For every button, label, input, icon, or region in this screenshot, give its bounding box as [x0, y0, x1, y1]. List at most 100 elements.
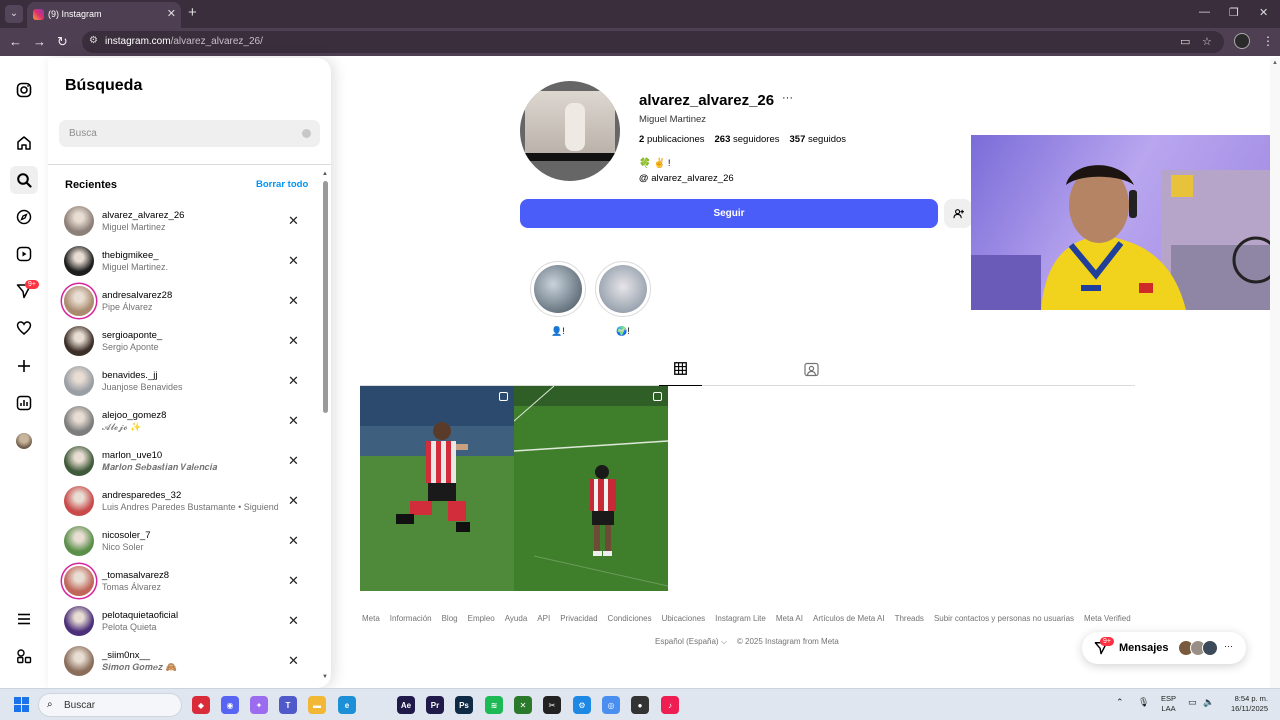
suggested-users-button[interactable] — [944, 199, 972, 228]
profile-avatar-icon[interactable] — [16, 433, 32, 449]
recent-search-item[interactable]: andresalvarez28 Pipe Álvarez ✕ — [48, 281, 320, 321]
taskbar-app-teams-icon[interactable]: T — [279, 696, 297, 714]
tab-tagged[interactable] — [804, 362, 819, 382]
taskbar-app-app-dark-icon[interactable]: ● — [631, 696, 649, 714]
footer-link[interactable]: Meta — [362, 614, 380, 623]
remove-recent-icon[interactable]: ✕ — [288, 333, 299, 349]
recent-search-item[interactable]: alejoo_gomez8 𝓐𝓵𝓮𝓳𝓸 ✨ ✕ — [48, 401, 320, 441]
footer-link[interactable]: Artículos de Meta AI — [813, 614, 885, 623]
taskbar-app-explorer-icon[interactable]: ▬ — [308, 696, 326, 714]
page-scroll-up-icon[interactable]: ▲ — [1272, 60, 1278, 66]
taskbar-app-copilot-icon[interactable]: ✦ — [250, 696, 268, 714]
remove-recent-icon[interactable]: ✕ — [288, 373, 299, 389]
remove-recent-icon[interactable]: ✕ — [288, 533, 299, 549]
taskbar-search[interactable]: ⌕ Buscar — [38, 693, 182, 717]
search-input[interactable] — [59, 120, 320, 147]
minimize-button[interactable]: — — [1199, 6, 1210, 18]
recent-search-item[interactable]: sergioaponte_ Sergio Aponte ✕ — [48, 321, 320, 361]
recent-search-item[interactable]: marlon_uve10 𝑴𝒂𝒓𝒍𝒐𝒏 𝑺𝒆𝒃𝒂𝒔𝒕𝒊𝒂𝒏 𝑽𝒂𝒍𝒆𝒏𝒄𝒊𝒂 ✕ — [48, 441, 320, 481]
remove-recent-icon[interactable]: ✕ — [288, 253, 299, 269]
taskbar-app-tiktok-icon[interactable]: ♪ — [661, 696, 679, 714]
recent-search-item[interactable]: nicosoler_7 Nico Soler ✕ — [48, 521, 320, 561]
restore-button[interactable]: ❐ — [1229, 6, 1239, 19]
story-highlight[interactable]: 👤! — [530, 261, 586, 337]
remove-recent-icon[interactable]: ✕ — [288, 613, 299, 629]
taskbar-app-app-red-icon[interactable]: ◆ — [192, 696, 210, 714]
volume-icon[interactable]: 🔈 — [1203, 697, 1214, 708]
scroll-up-icon[interactable]: ▲ — [322, 171, 328, 177]
following-stat[interactable]: 357 seguidos — [790, 134, 847, 145]
recent-search-item[interactable]: andresparedes_32 Luis Andres Paredes Bust… — [48, 481, 320, 521]
remove-recent-icon[interactable]: ✕ — [288, 213, 299, 229]
remove-recent-icon[interactable]: ✕ — [288, 453, 299, 469]
recent-search-item[interactable]: _siim0nx__ 𝑺𝒊𝒎𝒐𝒏 𝑮𝒐𝒎𝒆𝒛 🙈 ✕ — [48, 641, 320, 681]
microphone-icon[interactable]: 🎙 — [1138, 697, 1149, 708]
remove-recent-icon[interactable]: ✕ — [288, 653, 299, 669]
remove-recent-icon[interactable]: ✕ — [288, 413, 299, 429]
clear-search-icon[interactable] — [302, 129, 311, 138]
footer-link[interactable]: Instagram Lite — [715, 614, 766, 623]
taskbar-clock[interactable]: 8:54 p. m. 16/11/2025 — [1222, 694, 1268, 714]
network-icon[interactable]: ▭ — [1188, 697, 1197, 708]
clear-all-button[interactable]: Borrar todo — [256, 179, 308, 190]
address-bar[interactable]: ⚙ instagram.com/alvarez_alvarez_26/ ▭ ☆ — [82, 31, 1224, 53]
follow-button[interactable]: Seguir — [520, 199, 938, 228]
recent-search-item[interactable]: pelotaquietaoficial Pelota Quieta ✕ — [48, 601, 320, 641]
taskbar-app-chrome-icon[interactable]: ◎ — [602, 696, 620, 714]
meta-apps-icon[interactable] — [12, 644, 36, 668]
taskbar-app-capcut-icon[interactable]: ✂ — [543, 696, 561, 714]
footer-link[interactable]: Subir contactos y personas no usuarias — [934, 614, 1074, 623]
bookmark-star-icon[interactable]: ☆ — [1202, 35, 1212, 48]
search-scrollbar[interactable]: ▲ ▼ — [322, 171, 328, 691]
taskbar-app-vscode-like-icon[interactable]: ⚙ — [573, 696, 591, 714]
start-windows-icon[interactable] — [14, 697, 29, 717]
taskbar-app-edge-icon[interactable]: e — [338, 696, 356, 714]
close-window-button[interactable]: ✕ — [1259, 6, 1268, 19]
footer-link[interactable]: Blog — [442, 614, 458, 623]
recent-search-item[interactable]: thebigmikee_ Miguel Martinez. ✕ — [48, 241, 320, 281]
browser-profile-avatar[interactable] — [1234, 33, 1250, 49]
remove-recent-icon[interactable]: ✕ — [288, 573, 299, 589]
story-highlight[interactable]: 🌍! — [595, 261, 651, 337]
taskbar-app-discord-icon[interactable]: ◉ — [221, 696, 239, 714]
threads-link[interactable]: @ alvarez_alvarez_26 — [639, 173, 734, 184]
footer-link[interactable]: Threads — [895, 614, 924, 623]
recent-search-item[interactable]: alvarez_alvarez_26 Miguel Martinez ✕ — [48, 201, 320, 241]
remove-recent-icon[interactable]: ✕ — [288, 293, 299, 309]
tab-search-button[interactable]: ⌄ — [5, 5, 23, 23]
footer-link[interactable]: Información — [390, 614, 432, 623]
remove-recent-icon[interactable]: ✕ — [288, 493, 299, 509]
notifications-heart-icon[interactable] — [12, 316, 36, 340]
profile-picture[interactable] — [520, 81, 620, 181]
messages-more-icon[interactable]: ··· — [1224, 641, 1233, 651]
footer-link[interactable]: Condiciones — [608, 614, 652, 623]
dashboard-icon[interactable] — [12, 391, 36, 415]
taskbar-app-premiere-icon[interactable]: Pr — [426, 696, 444, 714]
reload-icon[interactable]: ↻ — [57, 34, 68, 50]
language-select[interactable]: Español (España) ⌵ — [655, 637, 727, 647]
search-icon[interactable] — [10, 166, 38, 194]
tray-chevron-icon[interactable]: ⌃ — [1116, 697, 1124, 708]
scroll-thumb[interactable] — [323, 181, 328, 413]
page-scrollbar[interactable] — [1270, 58, 1280, 688]
url-text[interactable]: instagram.com/alvarez_alvarez_26/ — [105, 36, 263, 47]
tab-posts[interactable] — [659, 362, 702, 386]
scroll-down-icon[interactable]: ▼ — [322, 674, 328, 680]
footer-link[interactable]: Ubicaciones — [662, 614, 706, 623]
followers-stat[interactable]: 263 seguidores — [715, 134, 780, 145]
site-info-icon[interactable]: ⚙ — [89, 35, 98, 46]
explore-icon[interactable] — [12, 205, 36, 229]
footer-link[interactable]: Meta Verified — [1084, 614, 1131, 623]
footer-link[interactable]: Meta AI — [776, 614, 803, 623]
footer-link[interactable]: Ayuda — [505, 614, 528, 623]
taskbar-app-xbox-icon[interactable]: ✕ — [514, 696, 532, 714]
instagram-logo-icon[interactable] — [12, 78, 36, 102]
taskbar-app-spotify-icon[interactable]: ≋ — [485, 696, 503, 714]
more-menu-icon[interactable] — [12, 607, 36, 631]
taskbar-app-after-effects-icon[interactable]: Ae — [397, 696, 415, 714]
reels-icon[interactable] — [12, 242, 36, 266]
browser-tab[interactable]: (9) Instagram ✕ — [27, 2, 181, 28]
create-plus-icon[interactable] — [12, 354, 36, 378]
browser-menu-icon[interactable]: ⋮ — [1262, 34, 1274, 48]
install-app-icon[interactable]: ▭ — [1180, 35, 1190, 48]
